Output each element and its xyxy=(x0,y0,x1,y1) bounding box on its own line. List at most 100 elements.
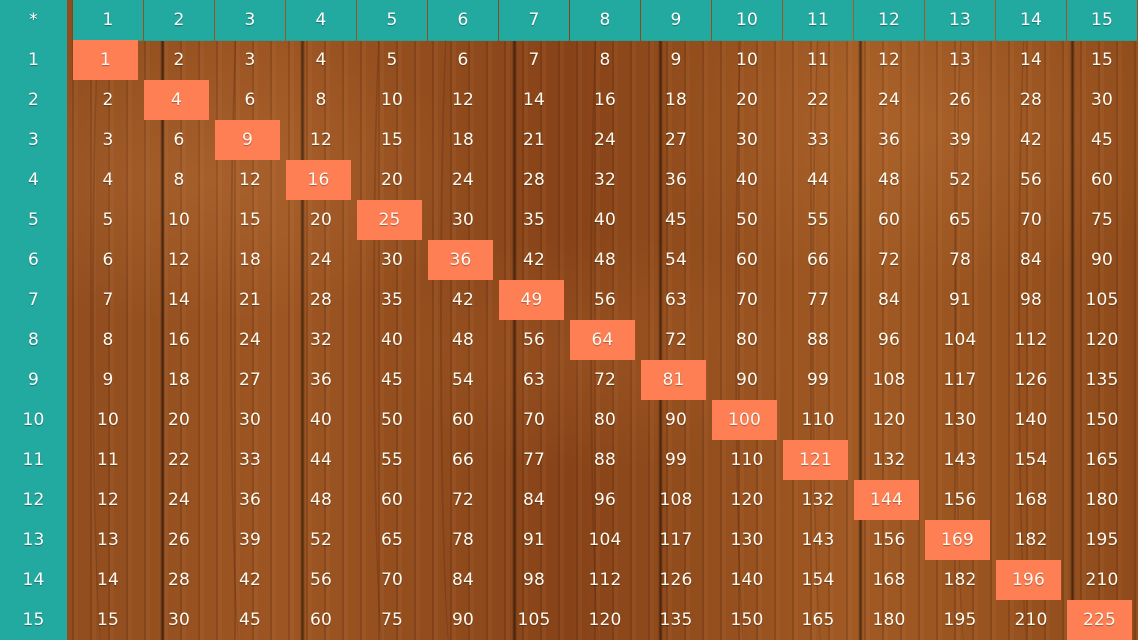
product-cell[interactable]: 50 xyxy=(712,200,782,240)
product-cell[interactable]: 24 xyxy=(428,160,498,200)
product-cell[interactable]: 60 xyxy=(286,600,356,640)
product-cell[interactable]: 65 xyxy=(357,520,427,560)
product-cell[interactable]: 55 xyxy=(357,440,427,480)
product-cell[interactable]: 4 xyxy=(73,160,143,200)
product-cell[interactable]: 75 xyxy=(357,600,427,640)
product-cell[interactable]: 48 xyxy=(286,480,356,520)
product-cell[interactable]: 99 xyxy=(783,360,853,400)
product-cell[interactable]: 39 xyxy=(215,520,285,560)
product-cell[interactable]: 35 xyxy=(357,280,427,320)
product-cell[interactable]: 12 xyxy=(215,160,285,200)
product-cell[interactable]: 48 xyxy=(570,240,640,280)
product-cell[interactable]: 22 xyxy=(783,80,853,120)
product-cell[interactable]: 30 xyxy=(428,200,498,240)
product-cell[interactable]: 150 xyxy=(712,600,782,640)
product-cell[interactable]: 20 xyxy=(712,80,782,120)
product-cell[interactable]: 90 xyxy=(641,400,711,440)
product-cell[interactable]: 70 xyxy=(357,560,427,600)
product-cell[interactable]: 150 xyxy=(1067,400,1137,440)
highlighted-square-cell[interactable]: 9 xyxy=(215,120,280,160)
product-cell[interactable]: 132 xyxy=(783,480,853,520)
highlighted-square-cell[interactable]: 49 xyxy=(499,280,564,320)
product-cell[interactable]: 168 xyxy=(996,480,1066,520)
product-cell[interactable]: 12 xyxy=(854,40,924,80)
product-cell[interactable]: 21 xyxy=(499,120,569,160)
product-cell[interactable]: 60 xyxy=(712,240,782,280)
product-cell[interactable]: 98 xyxy=(499,560,569,600)
product-cell[interactable]: 130 xyxy=(712,520,782,560)
product-cell[interactable]: 15 xyxy=(1067,40,1137,80)
product-cell[interactable]: 120 xyxy=(712,480,782,520)
product-cell[interactable]: 24 xyxy=(144,480,214,520)
product-cell[interactable]: 42 xyxy=(215,560,285,600)
product-cell[interactable]: 42 xyxy=(996,120,1066,160)
product-cell[interactable]: 12 xyxy=(144,240,214,280)
product-cell[interactable]: 7 xyxy=(499,40,569,80)
product-cell[interactable]: 56 xyxy=(286,560,356,600)
product-cell[interactable]: 195 xyxy=(925,600,995,640)
product-cell[interactable]: 130 xyxy=(925,400,995,440)
product-cell[interactable]: 10 xyxy=(357,80,427,120)
product-cell[interactable]: 40 xyxy=(712,160,782,200)
highlighted-square-cell[interactable]: 16 xyxy=(286,160,351,200)
product-cell[interactable]: 28 xyxy=(499,160,569,200)
product-cell[interactable]: 30 xyxy=(215,400,285,440)
product-cell[interactable]: 105 xyxy=(499,600,569,640)
product-cell[interactable]: 55 xyxy=(783,200,853,240)
product-cell[interactable]: 165 xyxy=(1067,440,1137,480)
product-cell[interactable]: 20 xyxy=(357,160,427,200)
product-cell[interactable]: 28 xyxy=(286,280,356,320)
product-cell[interactable]: 90 xyxy=(712,360,782,400)
product-cell[interactable]: 56 xyxy=(996,160,1066,200)
product-cell[interactable]: 56 xyxy=(570,280,640,320)
product-cell[interactable]: 88 xyxy=(570,440,640,480)
product-cell[interactable]: 27 xyxy=(215,360,285,400)
product-cell[interactable]: 24 xyxy=(215,320,285,360)
product-cell[interactable]: 35 xyxy=(499,200,569,240)
product-cell[interactable]: 112 xyxy=(996,320,1066,360)
product-cell[interactable]: 120 xyxy=(1067,320,1137,360)
product-cell[interactable]: 72 xyxy=(570,360,640,400)
product-cell[interactable]: 39 xyxy=(925,120,995,160)
highlighted-square-cell[interactable]: 36 xyxy=(428,240,493,280)
product-cell[interactable]: 90 xyxy=(1067,240,1137,280)
product-cell[interactable]: 27 xyxy=(641,120,711,160)
product-cell[interactable]: 32 xyxy=(286,320,356,360)
highlighted-square-cell[interactable]: 81 xyxy=(641,360,706,400)
highlighted-square-cell[interactable]: 1 xyxy=(73,40,138,80)
product-cell[interactable]: 18 xyxy=(215,240,285,280)
product-cell[interactable]: 84 xyxy=(996,240,1066,280)
product-cell[interactable]: 56 xyxy=(499,320,569,360)
product-cell[interactable]: 18 xyxy=(428,120,498,160)
product-cell[interactable]: 6 xyxy=(215,80,285,120)
product-cell[interactable]: 156 xyxy=(854,520,924,560)
product-cell[interactable]: 15 xyxy=(73,600,143,640)
product-cell[interactable]: 78 xyxy=(428,520,498,560)
product-cell[interactable]: 24 xyxy=(286,240,356,280)
product-cell[interactable]: 96 xyxy=(570,480,640,520)
product-cell[interactable]: 63 xyxy=(641,280,711,320)
product-cell[interactable]: 140 xyxy=(712,560,782,600)
product-cell[interactable]: 11 xyxy=(73,440,143,480)
product-cell[interactable]: 91 xyxy=(499,520,569,560)
product-cell[interactable]: 210 xyxy=(1067,560,1137,600)
product-cell[interactable]: 168 xyxy=(854,560,924,600)
product-cell[interactable]: 36 xyxy=(854,120,924,160)
product-cell[interactable]: 3 xyxy=(215,40,285,80)
product-cell[interactable]: 180 xyxy=(854,600,924,640)
product-cell[interactable]: 132 xyxy=(854,440,924,480)
product-cell[interactable]: 14 xyxy=(996,40,1066,80)
product-cell[interactable]: 84 xyxy=(854,280,924,320)
product-cell[interactable]: 40 xyxy=(570,200,640,240)
product-cell[interactable]: 2 xyxy=(144,40,214,80)
product-cell[interactable]: 33 xyxy=(783,120,853,160)
product-cell[interactable]: 180 xyxy=(1067,480,1137,520)
product-cell[interactable]: 16 xyxy=(570,80,640,120)
product-cell[interactable]: 117 xyxy=(925,360,995,400)
product-cell[interactable]: 143 xyxy=(925,440,995,480)
product-cell[interactable]: 104 xyxy=(570,520,640,560)
product-cell[interactable]: 98 xyxy=(996,280,1066,320)
product-cell[interactable]: 154 xyxy=(783,560,853,600)
product-cell[interactable]: 28 xyxy=(996,80,1066,120)
product-cell[interactable]: 44 xyxy=(783,160,853,200)
